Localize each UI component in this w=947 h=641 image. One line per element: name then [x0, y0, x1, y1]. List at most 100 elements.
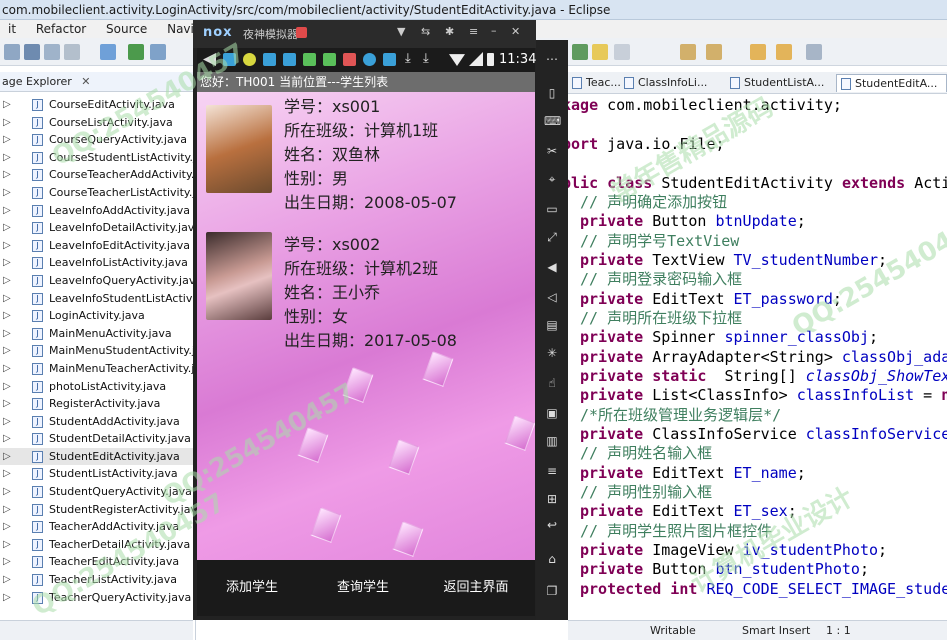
menu-edit[interactable]: it [8, 22, 16, 36]
prev-annotation-icon[interactable] [706, 44, 722, 60]
save-all-icon[interactable] [44, 44, 60, 60]
file-tree-item[interactable]: ▷ J TeacherAddActivity.java [0, 518, 196, 536]
save-icon[interactable] [24, 44, 40, 60]
debug-icon[interactable] [100, 44, 116, 60]
fullscreen-icon[interactable]: ⤢ [544, 230, 560, 244]
file-tree-item[interactable]: ▷ J CourseTeacherAddActivity.java [0, 166, 196, 184]
file-tree-item[interactable]: ▷ J LeaveInfoListActivity.java [0, 254, 196, 272]
toggle-icon[interactable] [572, 44, 588, 60]
settings-icon[interactable]: ✱ [445, 25, 454, 38]
menu-source[interactable]: Source [106, 22, 147, 36]
file-tree-item[interactable]: ▷ J MainMenuStudentActivity.java [0, 342, 196, 360]
file-tree-item[interactable]: ▷ J LeaveInfoEditActivity.java [0, 237, 196, 255]
expand-icon[interactable]: ▷ [3, 272, 11, 290]
code-editor[interactable]: kage com.mobileclient.activity; port jav… [568, 94, 947, 604]
block-select-icon[interactable] [614, 44, 630, 60]
scissors-icon[interactable]: ✂ [544, 144, 560, 158]
back-arrow-icon[interactable] [750, 44, 766, 60]
expand-icon[interactable]: ▷ [3, 378, 11, 396]
expand-icon[interactable]: ▷ [3, 166, 11, 184]
expand-icon[interactable]: ▷ [3, 465, 11, 483]
expand-icon[interactable]: ▷ [3, 483, 11, 501]
next-annotation-icon[interactable] [680, 44, 696, 60]
volume-up-icon[interactable]: ◀ [544, 260, 560, 274]
mark-occurrences-icon[interactable] [592, 44, 608, 60]
minimize-icon[interactable]: – [491, 24, 497, 37]
expand-icon[interactable]: ▷ [3, 571, 11, 589]
list-item[interactable]: 学号：xs002 所在班级：计算机2班 姓名：王小乔 性别：女 出生日期：201… [197, 230, 535, 354]
file-tree-item[interactable]: ▷ J StudentEditActivity.java [0, 447, 196, 466]
expand-icon[interactable]: ▷ [3, 114, 11, 132]
expand-icon[interactable]: ▷ [3, 131, 11, 149]
recent-apps-icon[interactable]: ❐ [544, 584, 560, 598]
expand-icon[interactable]: ▷ [3, 501, 11, 519]
phone-icon[interactable]: ▯ [544, 86, 560, 100]
expand-icon[interactable]: ▷ [3, 360, 11, 378]
keyboard-icon[interactable]: ⌨ [544, 114, 561, 128]
file-tree-item[interactable]: ▷ J CourseListActivity.java [0, 114, 196, 132]
file-tree-item[interactable]: ▷ J LeaveInfoQueryActivity.java [0, 272, 196, 290]
menu-refactor[interactable]: Refactor [36, 22, 86, 36]
back-arrow-icon[interactable]: ↩ [544, 518, 560, 532]
query-student-button[interactable]: 查询学生 [310, 560, 416, 616]
file-tree-item[interactable]: ▷ J LeaveInfoStudentListActivity.java [0, 290, 196, 308]
location-icon[interactable]: ⌖ [544, 172, 560, 186]
file-tree-item[interactable]: ▷ J StudentAddActivity.java [0, 413, 196, 431]
file-tree-item[interactable]: ▷ J LeaveInfoDetailActivity.java [0, 219, 196, 237]
back-to-main-button[interactable]: 返回主界面 [422, 560, 530, 616]
file-tree-item[interactable]: ▷ J RegisterActivity.java [0, 395, 196, 413]
run-icon[interactable] [128, 44, 144, 60]
expand-icon[interactable]: ▷ [3, 413, 11, 431]
expand-icon[interactable]: ▷ [3, 448, 11, 466]
list-item[interactable]: 学号：xs001 所在班级：计算机1班 姓名：双鱼林 性别：男 出生日期：200… [197, 92, 535, 216]
new-icon[interactable] [4, 44, 20, 60]
nav-arrow-icon[interactable] [806, 44, 822, 60]
file-tree-item[interactable]: ▷ J MainMenuTeacherActivity.java [0, 360, 196, 378]
package-explorer-tab[interactable]: age Explorer ✕ [0, 72, 194, 92]
file-tree-item[interactable]: ▷ J CourseQueryActivity.java [0, 131, 196, 149]
file-tree-item[interactable]: ▷ J LoginActivity.java [0, 307, 196, 325]
tab-studentedit[interactable]: StudentEditA... [836, 74, 947, 92]
file-tree-item[interactable]: ▷ JphotoListActivity.java [0, 378, 196, 396]
file-tree-item[interactable]: ▷ J TeacherDetailActivity.java [0, 536, 196, 554]
download-icon[interactable]: ▼ [397, 25, 405, 38]
folder-icon[interactable]: ▥ [544, 434, 560, 448]
expand-icon[interactable]: ▷ [3, 219, 11, 237]
expand-icon[interactable]: ▷ [3, 536, 11, 554]
more-icon[interactable]: ⋯ [544, 52, 560, 66]
multi-instance-icon[interactable]: ▣ [544, 406, 560, 420]
macro-icon[interactable]: ☝ [544, 376, 560, 390]
expand-icon[interactable]: ▷ [3, 307, 11, 325]
menu-icon[interactable]: ≡ [469, 25, 478, 38]
file-tree-item[interactable]: ▷ J StudentListActivity.java [0, 465, 196, 483]
close-icon[interactable]: ✕ [511, 25, 520, 38]
file-tree-item[interactable]: ▷ J CourseStudentListActivity.java [0, 149, 196, 167]
expand-icon[interactable]: ▷ [3, 395, 11, 413]
file-tree-item[interactable]: ▷ J MainMenuActivity.java [0, 325, 196, 343]
forward-arrow-icon[interactable] [776, 44, 792, 60]
expand-icon[interactable]: ▷ [3, 430, 11, 448]
tab-studentlist[interactable]: StudentListA... [726, 74, 834, 92]
expand-icon[interactable]: ▷ [3, 553, 11, 571]
expand-icon[interactable]: ▷ [3, 290, 11, 308]
close-icon[interactable]: ✕ [81, 75, 90, 88]
expand-icon[interactable]: ▷ [3, 589, 11, 607]
expand-icon[interactable]: ▷ [3, 237, 11, 255]
expand-icon[interactable]: ▷ [3, 518, 11, 536]
expand-icon[interactable]: ▷ [3, 96, 11, 114]
tab-teacher[interactable]: Teac... [568, 74, 621, 92]
menu-lines-icon[interactable]: ≡ [544, 464, 560, 478]
file-tree-item[interactable]: ▷ J TeacherEditActivity.java [0, 553, 196, 571]
add-student-button[interactable]: 添加学生 [199, 560, 305, 616]
shake-icon[interactable]: ✳ [544, 346, 560, 360]
tab-classinfo[interactable]: ClassInfoLi... [620, 74, 720, 92]
file-tree-item[interactable]: ▷ J TeacherListActivity.java [0, 571, 196, 589]
file-tree-item[interactable]: ▷ J CourseTeacherListActivity.java [0, 184, 196, 202]
plus-icon[interactable]: ⊞ [544, 492, 560, 506]
file-tree-item[interactable]: ▷ J CourseEditActivity.java [0, 96, 196, 114]
print-icon[interactable] [64, 44, 80, 60]
expand-icon[interactable]: ▷ [3, 149, 11, 167]
swap-icon[interactable]: ⇆ [421, 25, 430, 38]
expand-icon[interactable]: ▷ [3, 254, 11, 272]
file-tree-item[interactable]: ▷ J TeacherQueryActivity.java [0, 589, 196, 607]
